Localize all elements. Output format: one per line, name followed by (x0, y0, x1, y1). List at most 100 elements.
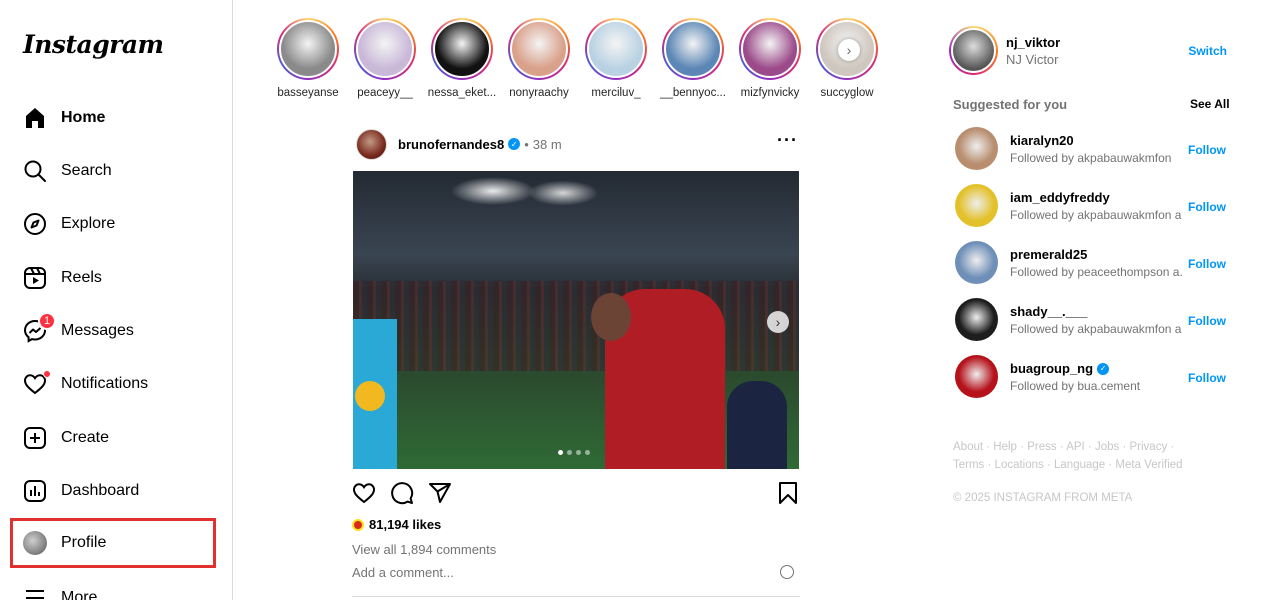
post-actions (352, 481, 800, 507)
post-separator: • (524, 136, 529, 152)
nav-messages-label: Messages (61, 322, 134, 339)
post-author-username[interactable]: brunofernandes8 (398, 137, 504, 152)
nav-create[interactable]: Create (10, 414, 216, 462)
suggestion-avatar[interactable] (955, 241, 998, 284)
suggestion-row: iam_eddyfreddy Followed by akpabauwakmfon… (955, 184, 1228, 228)
save-icon[interactable] (776, 481, 802, 507)
footer-link[interactable]: Privacy (1130, 441, 1168, 453)
footer-link[interactable]: Press (1027, 441, 1056, 453)
footer-link[interactable]: Help (993, 441, 1017, 453)
suggestion-avatar[interactable] (955, 355, 998, 398)
nav-home[interactable]: Home (10, 94, 216, 142)
nav-more[interactable]: More (10, 574, 216, 600)
story-item[interactable]: peaceyy__ (353, 18, 417, 99)
suggestion-avatar[interactable] (955, 298, 998, 341)
nav-dashboard[interactable]: Dashboard (10, 467, 216, 515)
current-user-avatar[interactable] (949, 26, 998, 75)
nav-search[interactable]: Search (10, 147, 216, 195)
story-item[interactable]: merciluv_ (584, 18, 648, 99)
follow-button[interactable]: Follow (1188, 257, 1226, 271)
more-options-icon[interactable]: ··· (777, 130, 798, 151)
story-username: nonyraachy (509, 87, 569, 99)
nav-more-label: More (61, 589, 98, 600)
suggestion-username-wrap[interactable]: premerald25 (1010, 247, 1087, 262)
suggestion-followed-by: Followed by peaceethompson a... (1010, 265, 1182, 279)
suggestion-username-wrap[interactable]: shady__.___ (1010, 304, 1087, 319)
suggestion-row: buagroup_ng ✓ Followed by bua.cement Follow (955, 355, 1228, 399)
messages-badge: 1 (38, 312, 56, 330)
stories-tray: basseyanse peaceyy__ nessa_eket... nonyraac… (276, 18, 879, 99)
suggestion-username-wrap[interactable]: buagroup_ng ✓ (1010, 361, 1110, 376)
suggestion-row: premerald25 Followed by peaceethompson a.… (955, 241, 1228, 285)
profile-avatar (23, 531, 47, 555)
search-icon (22, 158, 48, 184)
carousel-dots (558, 450, 590, 455)
story-item[interactable]: nessa_eket... (428, 18, 496, 99)
follow-button[interactable]: Follow (1188, 314, 1226, 328)
footer-link[interactable]: Terms (953, 459, 984, 471)
copyright: © 2025 INSTAGRAM FROM META (953, 492, 1133, 504)
footer-link[interactable]: Language (1054, 459, 1105, 471)
carousel-next-button[interactable]: › (767, 311, 789, 333)
post-image[interactable] (353, 171, 799, 469)
footer-link[interactable]: API (1066, 441, 1085, 453)
footer-link[interactable]: Jobs (1095, 441, 1119, 453)
post-divider (352, 596, 800, 597)
suggestion-avatar[interactable] (955, 184, 998, 227)
story-ring (739, 18, 801, 80)
club-emoji-icon (352, 518, 364, 531)
suggestion-followed-by: Followed by bua.cement (1010, 379, 1141, 393)
nav-messages[interactable]: 1 Messages (10, 307, 216, 355)
stories-next-button[interactable]: › (838, 39, 860, 61)
switch-account-button[interactable]: Switch (1188, 44, 1227, 58)
footer-links: About · Help · Press · API · Jobs · Priv… (953, 438, 1203, 474)
carousel-dot (576, 450, 581, 455)
suggestion-username-wrap[interactable]: kiaralyn20 (1010, 133, 1074, 148)
add-comment-input[interactable] (352, 565, 800, 580)
follow-button[interactable]: Follow (1188, 143, 1226, 157)
footer-link[interactable]: Locations (995, 459, 1044, 471)
suggestion-avatar[interactable] (955, 127, 998, 170)
image-mascot (727, 381, 787, 469)
footer-link[interactable]: About (953, 441, 983, 453)
nav-reels[interactable]: Reels (10, 254, 216, 302)
nav-notifications[interactable]: Notifications (10, 360, 216, 408)
likes-count[interactable]: 81,194 likes (352, 517, 441, 532)
share-icon[interactable] (428, 481, 454, 507)
see-all-button[interactable]: See All (1190, 97, 1230, 111)
story-item[interactable]: basseyanse (276, 18, 340, 99)
suggestion-row: kiaralyn20 Followed by akpabauwakmfon Foll… (955, 127, 1228, 171)
instagram-logo[interactable]: Instagram (23, 30, 164, 59)
follow-button[interactable]: Follow (1188, 371, 1226, 385)
story-avatar (433, 20, 491, 78)
story-avatar (664, 20, 722, 78)
follow-button[interactable]: Follow (1188, 200, 1226, 214)
view-comments-link[interactable]: View all 1,894 comments (352, 542, 496, 557)
footer-separator: · (1084, 441, 1095, 453)
sidebar: Instagram Home Search Explore Reels 1 Me… (0, 0, 233, 600)
comment-icon[interactable] (390, 481, 416, 507)
home-icon (22, 105, 48, 131)
story-ring (585, 18, 647, 80)
footer-separator: · (1167, 441, 1175, 453)
like-icon[interactable] (352, 481, 378, 507)
story-item[interactable]: mizfynvicky (738, 18, 802, 99)
story-username: merciluv_ (591, 87, 641, 99)
emoji-icon[interactable] (780, 565, 794, 579)
story-avatar (510, 20, 568, 78)
image-ball (355, 381, 385, 411)
story-item[interactable]: nonyraachy (507, 18, 571, 99)
post-time: 38 m (532, 136, 562, 152)
story-item[interactable]: __bennyoc... (660, 18, 726, 99)
dashboard-icon (22, 478, 48, 504)
nav-home-label: Home (61, 109, 106, 126)
current-user-username[interactable]: nj_viktor (1006, 35, 1060, 50)
nav-profile[interactable]: Profile (10, 518, 216, 568)
footer-link[interactable]: Meta Verified (1115, 459, 1182, 471)
story-username: __bennyoc... (660, 87, 726, 99)
post-author-avatar[interactable] (356, 128, 387, 160)
image-player-head (591, 293, 631, 341)
menu-icon (22, 585, 48, 600)
suggestion-username-wrap[interactable]: iam_eddyfreddy (1010, 190, 1110, 205)
nav-explore[interactable]: Explore (10, 200, 216, 248)
